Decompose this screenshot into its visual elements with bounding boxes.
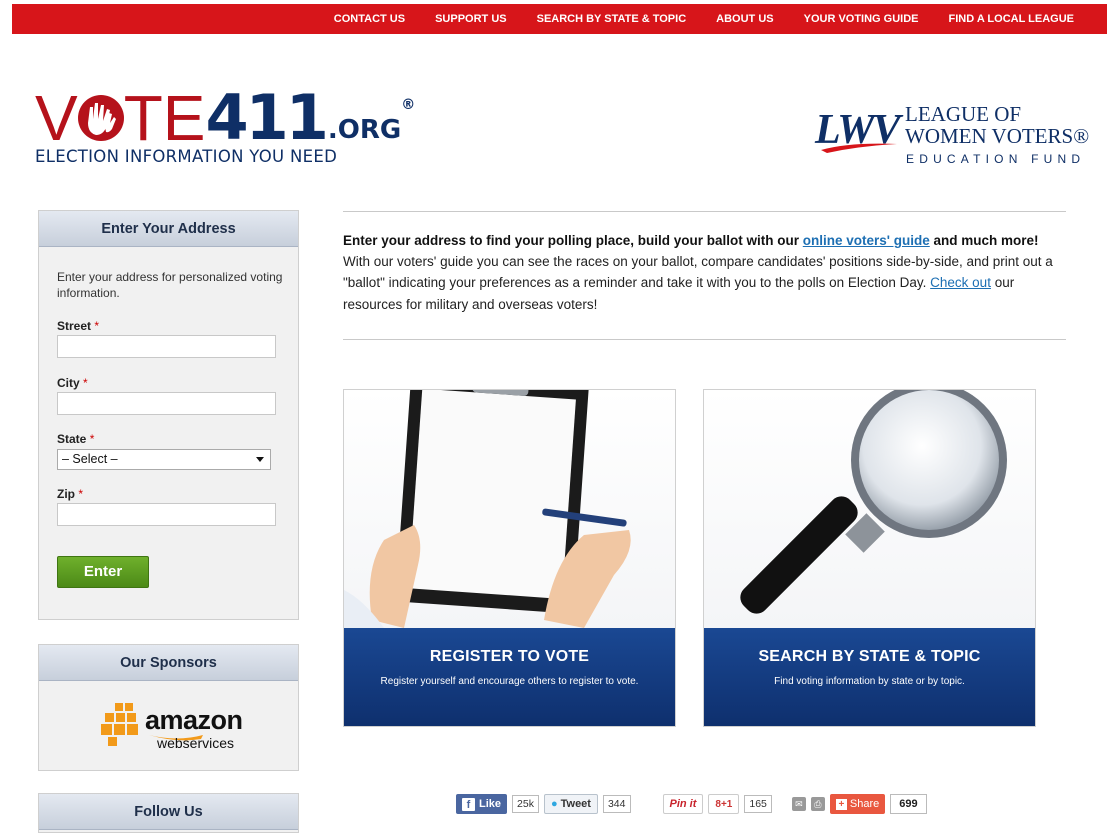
pinterest-pin-button[interactable]: Pin it	[662, 794, 704, 814]
twitter-bird-icon: ●	[550, 798, 558, 810]
enter-button[interactable]: Enter	[57, 556, 149, 588]
nav-search-by-state-topic[interactable]: SEARCH BY STATE & TOPIC	[522, 13, 702, 25]
register-to-vote-card[interactable]: REGISTER TO VOTE Register yourself and e…	[343, 389, 676, 727]
lwv-logo[interactable]: LWV LEAGUE OF WOMEN VOTERS® EDUCATION FU…	[815, 100, 1105, 170]
intro-bold-1: Enter your address to find your polling …	[343, 233, 803, 248]
vote411-wordmark: V TE 411 .ORG ®	[35, 81, 416, 154]
top-nav: CONTACT US SUPPORT US SEARCH BY STATE & …	[319, 4, 1089, 34]
city-input[interactable]	[57, 392, 276, 415]
intro-paragraph: Enter your address to find your polling …	[343, 230, 1067, 315]
address-panel-title: Enter Your Address	[39, 211, 298, 247]
nav-support-us[interactable]: SUPPORT US	[420, 13, 522, 25]
zip-label: Zip *	[57, 487, 84, 501]
email-icon[interactable]: ✉	[791, 797, 806, 811]
tweet-button[interactable]: ● Tweet	[543, 794, 598, 814]
intro-bold-2: and much more!	[929, 233, 1039, 248]
aws-cubes-icon	[101, 703, 138, 746]
sponsors-panel-title: Our Sponsors	[39, 645, 298, 681]
print-icon[interactable]: ⎙	[810, 797, 825, 811]
clipboard-illustration	[344, 390, 631, 628]
search-by-state-topic-band: SEARCH BY STATE & TOPIC Find voting info…	[704, 628, 1035, 726]
logo-tagline: ELECTION INFORMATION YOU NEED	[35, 147, 338, 166]
city-label: City *	[57, 376, 88, 390]
facebook-like-label: Like	[479, 798, 502, 810]
logo-org: .ORG	[327, 115, 402, 145]
amazon-web-services-logo[interactable]: amazon webservices	[101, 703, 251, 755]
lwv-line3: EDUCATION FUND	[906, 152, 1086, 166]
google-plus-button[interactable]: 8+1	[708, 794, 740, 814]
amazon-web-services-text: webservices	[157, 735, 235, 751]
vote411-logo[interactable]: V TE 411 .ORG ® ELECTION INFORMATION YOU…	[35, 86, 415, 185]
lwv-line2: WOMEN VOTERS®	[905, 124, 1090, 148]
magnifying-glass-image	[704, 390, 1035, 628]
state-label: State *	[57, 432, 95, 446]
nav-about-us[interactable]: ABOUT US	[701, 13, 788, 25]
share-button[interactable]: + Share	[829, 794, 886, 814]
logo-te: TE	[123, 82, 206, 154]
lwv-swoosh-icon	[821, 143, 897, 153]
share-label: Share	[849, 798, 880, 810]
sponsors-panel: Our Sponsors amazon webservices	[38, 644, 299, 771]
divider-top	[343, 211, 1066, 212]
tweet-count: 344	[602, 795, 631, 813]
facebook-icon: f	[462, 797, 475, 811]
register-to-vote-band: REGISTER TO VOTE Register yourself and e…	[344, 628, 675, 726]
google-plus-count: 165	[744, 795, 772, 813]
online-voters-guide-link[interactable]: online voters' guide	[803, 233, 930, 248]
share-count: 699	[890, 794, 927, 814]
raised-hands-icon	[77, 95, 124, 141]
street-input[interactable]	[57, 335, 276, 358]
nav-contact-us[interactable]: CONTACT US	[319, 13, 420, 25]
street-label: Street *	[57, 319, 100, 333]
check-out-link[interactable]: Check out	[930, 275, 991, 290]
facebook-like-button[interactable]: f Like	[456, 794, 508, 814]
address-panel: Enter Your Address Enter your address fo…	[38, 210, 299, 620]
plus-icon: +	[835, 799, 847, 810]
nav-find-local-league[interactable]: FIND A LOCAL LEAGUE	[934, 13, 1089, 25]
search-by-state-topic-card[interactable]: SEARCH BY STATE & TOPIC Find voting info…	[703, 389, 1036, 727]
divider-bottom	[343, 339, 1066, 340]
nav-your-voting-guide[interactable]: YOUR VOTING GUIDE	[789, 13, 934, 25]
social-share-bar: f Like 25k ● Tweet 344 Pin it 8+1 165 ✉ …	[456, 793, 927, 815]
chevron-down-icon	[256, 457, 264, 462]
logo-v: V	[35, 82, 78, 154]
tweet-label: Tweet	[560, 798, 591, 810]
logo-registered-mark: ®	[401, 97, 416, 113]
follow-panel: Follow Us	[38, 793, 299, 833]
register-to-vote-title: REGISTER TO VOTE	[429, 648, 590, 665]
search-by-state-topic-text: Find voting information by state or by t…	[774, 676, 965, 687]
clipboard-image	[344, 390, 675, 628]
state-select-value: – Select –	[62, 452, 118, 466]
facebook-like-count: 25k	[512, 795, 539, 813]
top-nav-bar: CONTACT US SUPPORT US SEARCH BY STATE & …	[12, 4, 1107, 34]
amazon-word: amazon	[145, 705, 243, 735]
zip-input[interactable]	[57, 503, 276, 526]
state-select[interactable]: – Select –	[57, 449, 271, 470]
register-to-vote-text: Register yourself and encourage others t…	[380, 676, 639, 687]
logo-411: 411	[205, 81, 328, 154]
magnifying-glass-illustration	[740, 390, 1007, 614]
search-by-state-topic-title: SEARCH BY STATE & TOPIC	[758, 648, 981, 665]
address-intro: Enter your address for personalized voti…	[57, 270, 283, 300]
